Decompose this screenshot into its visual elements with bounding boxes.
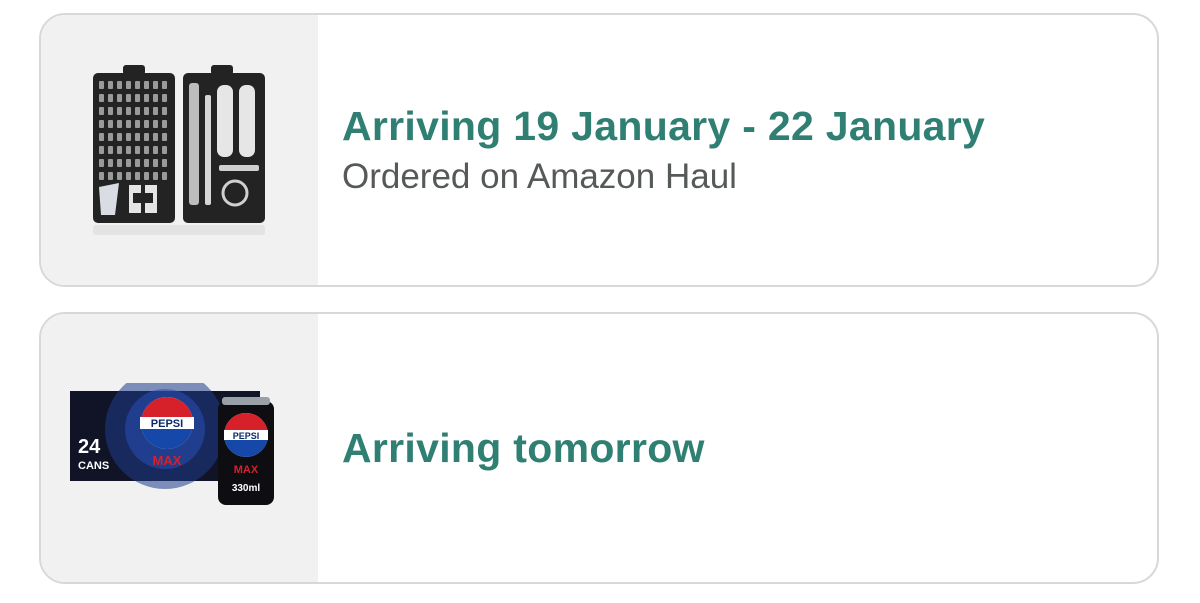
pepsi-max-24-cans-image: 24 CANS PEPSI MAX PEPSI MAX 330ml xyxy=(69,383,274,505)
box-variant-text: MAX xyxy=(152,453,181,468)
can-brand-text: PEPSI xyxy=(232,431,259,441)
order-source: Ordered on Amazon Haul xyxy=(342,157,737,196)
pack-count-text: 24 xyxy=(78,436,101,458)
product-thumbnail[interactable] xyxy=(41,15,318,285)
precision-screwdriver-set-image xyxy=(92,65,265,235)
order-info: Arriving 19 January - 22 January Ordered… xyxy=(318,15,1157,285)
order-card-pepsi-max[interactable]: 24 CANS PEPSI MAX PEPSI MAX 330ml Arrivi… xyxy=(39,312,1159,584)
box-brand-text: PEPSI xyxy=(150,418,182,430)
product-thumbnail[interactable]: 24 CANS PEPSI MAX PEPSI MAX 330ml xyxy=(41,314,318,582)
delivery-status: Arriving tomorrow xyxy=(342,425,705,471)
can-volume-text: 330ml xyxy=(231,483,260,494)
pack-unit-text: CANS xyxy=(78,460,109,472)
orders-list: Arriving 19 January - 22 January Ordered… xyxy=(0,0,1200,603)
order-card-screwdriver-set[interactable]: Arriving 19 January - 22 January Ordered… xyxy=(39,13,1159,287)
can-variant-text: MAX xyxy=(233,464,258,476)
order-info: Arriving tomorrow xyxy=(318,314,1157,582)
delivery-status: Arriving 19 January - 22 January xyxy=(342,103,986,149)
